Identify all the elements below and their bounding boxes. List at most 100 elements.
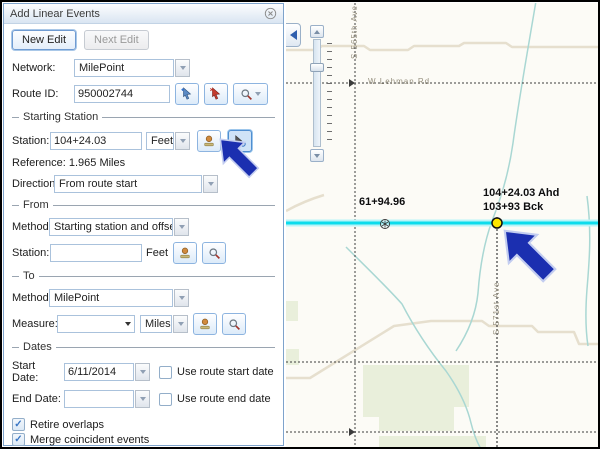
road-label-vertical-top: S 565th Ave [350, 5, 359, 59]
road-line [286, 195, 324, 211]
from-method-row: Method: Starting station and offset [12, 218, 275, 236]
end-date-row: End Date: Use route end date [12, 390, 275, 408]
station-marker-icon [178, 246, 192, 260]
zoom-slider-thumb[interactable] [310, 63, 324, 72]
measure-unit-combobox[interactable]: Miles [140, 315, 188, 333]
starting-station-row: Station: Feet [12, 130, 275, 152]
start-date-input[interactable] [64, 363, 134, 381]
measure-locate-button[interactable] [193, 313, 217, 335]
chevron-down-icon [178, 322, 184, 326]
end-date-picker[interactable] [64, 390, 150, 408]
end-date-dropdown-button[interactable] [135, 390, 150, 408]
route-search-dropdown-button[interactable] [233, 83, 268, 105]
retire-overlaps-label: Retire overlaps [30, 419, 104, 431]
section-title: Dates [19, 341, 56, 353]
new-edit-button[interactable]: New Edit [12, 30, 76, 50]
search-icon [240, 88, 253, 101]
option-row: Retire overlaps [12, 418, 275, 431]
route-id-label: Route ID: [12, 88, 74, 100]
direction-dropdown-button[interactable] [203, 175, 218, 193]
start-date-dropdown-button[interactable] [135, 363, 150, 381]
from-method-combobox[interactable]: Starting station and offset [49, 218, 189, 236]
next-edit-button[interactable]: Next Edit [84, 30, 149, 50]
station-measure-label: 61+94.96 [359, 196, 405, 208]
section-dates: Dates [12, 341, 275, 353]
start-date-label: Start Date: [12, 360, 64, 384]
close-icon [264, 7, 277, 20]
route-id-row: Route ID: [12, 83, 275, 105]
selected-station-label-ahead: 104+24.03 Ahd [483, 187, 559, 199]
zoom-out-button[interactable] [310, 149, 324, 162]
stream-line [586, 196, 590, 346]
use-route-start-date-checkbox[interactable] [159, 366, 172, 379]
chevron-down-icon [180, 66, 186, 70]
select-arrow-icon [180, 87, 194, 101]
measure-search-button[interactable] [222, 313, 246, 335]
direction-value: From route start [54, 175, 202, 193]
options-group: Retire overlaps Merge coincident events … [12, 418, 275, 449]
from-method-label: Method: [12, 221, 49, 233]
edit-buttons-row: New Edit Next Edit [12, 30, 275, 50]
separator-line [53, 205, 275, 206]
field-polygon [286, 301, 298, 321]
starting-station-input[interactable] [50, 132, 142, 150]
route-id-input[interactable] [74, 85, 170, 103]
close-button[interactable] [264, 7, 277, 20]
direction-arrow-glyph [349, 428, 355, 436]
zoom-slider-track[interactable] [313, 39, 321, 147]
from-station-row: Station: Feet [12, 242, 275, 264]
chevron-down-icon [179, 225, 185, 229]
network-dropdown-button[interactable] [175, 59, 190, 77]
section-starting-station: Starting Station [12, 111, 275, 123]
chevron-down-icon [180, 139, 186, 143]
station-label: Station: [12, 135, 50, 147]
map-canvas[interactable]: W Lehman Rd S 565th Ave S 571st Ave 61+9… [286, 3, 600, 448]
chevron-down-icon [314, 154, 320, 158]
from-station-locate-button[interactable] [173, 242, 197, 264]
section-title: To [19, 270, 39, 282]
station-unit-dropdown-button[interactable] [175, 132, 190, 150]
panel-header: Add Linear Events [4, 4, 283, 24]
search-icon [228, 318, 241, 331]
direction-row: Direction: From route start [12, 175, 275, 193]
selected-station-point[interactable] [492, 218, 502, 228]
from-method-dropdown-button[interactable] [174, 218, 189, 236]
direction-combobox[interactable]: From route start [54, 175, 218, 193]
end-date-input[interactable] [64, 390, 134, 408]
field-polygon [379, 436, 486, 448]
from-station-search-button[interactable] [202, 242, 226, 264]
to-method-combobox[interactable]: MilePoint [49, 289, 189, 307]
chevron-down-icon [208, 182, 214, 186]
panel-body: New Edit Next Edit Network: MilePoint Ro… [4, 24, 283, 449]
collapse-panel-tab[interactable] [286, 23, 301, 47]
selected-station-label-back: 103+93 Bck [483, 201, 543, 213]
separator-line [56, 347, 275, 348]
select-route-button[interactable] [175, 83, 199, 105]
from-station-input[interactable] [50, 244, 142, 262]
from-station-label: Station: [12, 247, 50, 259]
merge-coincident-events-checkbox[interactable] [12, 433, 25, 446]
to-method-row: Method: MilePoint [12, 289, 275, 307]
zoom-in-button[interactable] [310, 25, 324, 38]
use-route-end-date-label: Use route end date [177, 393, 271, 405]
search-icon [208, 247, 221, 260]
retire-overlaps-checkbox[interactable] [12, 418, 25, 431]
merge-coincident-events-label: Merge coincident events [30, 434, 149, 446]
station-unit-combobox[interactable]: Feet [146, 132, 190, 150]
deselect-arrow-icon [209, 87, 223, 101]
clear-route-selection-button[interactable] [204, 83, 228, 105]
measure-unit-value: Miles [140, 315, 172, 333]
separator-line [12, 117, 19, 118]
measure-unit-dropdown-button[interactable] [173, 315, 188, 333]
end-date-label: End Date: [12, 393, 64, 405]
station-locate-button[interactable] [197, 130, 221, 152]
network-value: MilePoint [74, 59, 174, 77]
field-polygon [363, 365, 469, 431]
start-date-picker[interactable] [64, 363, 150, 381]
network-combobox[interactable]: MilePoint [74, 59, 190, 77]
use-route-end-date-checkbox[interactable] [159, 393, 172, 406]
measure-label: Measure: [12, 318, 57, 330]
measure-combobox[interactable] [57, 315, 135, 333]
pick-station-on-map-button[interactable] [228, 130, 252, 152]
to-method-dropdown-button[interactable] [174, 289, 189, 307]
